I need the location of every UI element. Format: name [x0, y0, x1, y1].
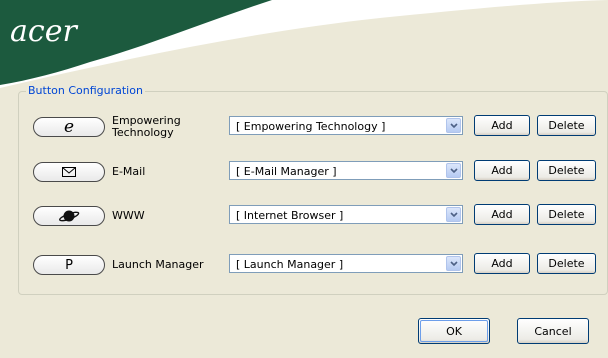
function-select[interactable]: [ E-Mail Manager ]: [229, 161, 463, 180]
letter-p-icon: P: [65, 257, 73, 273]
chevron-down-icon: [449, 167, 458, 173]
selected-value: [ Empowering Technology ]: [236, 120, 386, 133]
add-button[interactable]: Add: [474, 115, 530, 136]
delete-button[interactable]: Delete: [537, 115, 596, 136]
dropdown-arrow[interactable]: [446, 118, 461, 133]
config-row-www: WWW [ Internet Browser ] Add Delete: [0, 203, 608, 229]
function-select[interactable]: [ Launch Manager ]: [229, 254, 463, 273]
cancel-button[interactable]: Cancel: [517, 318, 589, 344]
config-row-empowering: e Empowering Technology [ Empowering Tec…: [0, 114, 608, 140]
launch-manager-key-button[interactable]: P: [33, 255, 105, 275]
function-select[interactable]: [ Internet Browser ]: [229, 205, 463, 224]
chevron-down-icon: [449, 211, 458, 217]
dropdown-arrow[interactable]: [446, 207, 461, 222]
add-button[interactable]: Add: [474, 253, 530, 274]
header-banner: [0, 0, 608, 88]
chevron-down-icon: [449, 260, 458, 266]
delete-button[interactable]: Delete: [537, 204, 596, 225]
selected-value: [ Launch Manager ]: [236, 258, 344, 271]
dropdown-arrow[interactable]: [446, 256, 461, 271]
selected-value: [ E-Mail Manager ]: [236, 165, 337, 178]
delete-button[interactable]: Delete: [537, 253, 596, 274]
ok-label: OK: [446, 324, 462, 338]
browser-planet-icon: [59, 210, 80, 222]
config-row-email: E-Mail [ E-Mail Manager ] Add Delete: [0, 159, 608, 185]
function-select[interactable]: [ Empowering Technology ]: [229, 116, 463, 135]
empowering-key-button[interactable]: e: [33, 117, 105, 137]
config-row-launch-manager: P Launch Manager [ Launch Manager ] Add …: [0, 252, 608, 278]
ok-button[interactable]: OK: [418, 318, 490, 344]
dropdown-arrow[interactable]: [446, 163, 461, 178]
mail-envelope-icon: [62, 167, 76, 177]
chevron-down-icon: [449, 122, 458, 128]
row-label: WWW: [112, 209, 145, 222]
row-label: Empowering Technology: [112, 114, 181, 139]
add-button[interactable]: Add: [474, 204, 530, 225]
add-button[interactable]: Add: [474, 160, 530, 181]
delete-button[interactable]: Delete: [537, 160, 596, 181]
selected-value: [ Internet Browser ]: [236, 209, 344, 222]
email-key-button[interactable]: [33, 162, 105, 182]
row-label: E-Mail: [112, 165, 146, 178]
row-label: Launch Manager: [112, 258, 204, 271]
acer-logo: acer: [10, 14, 77, 49]
www-key-button[interactable]: [33, 206, 105, 226]
group-title: Button Configuration: [26, 84, 145, 97]
empowering-e-icon: e: [63, 117, 75, 137]
